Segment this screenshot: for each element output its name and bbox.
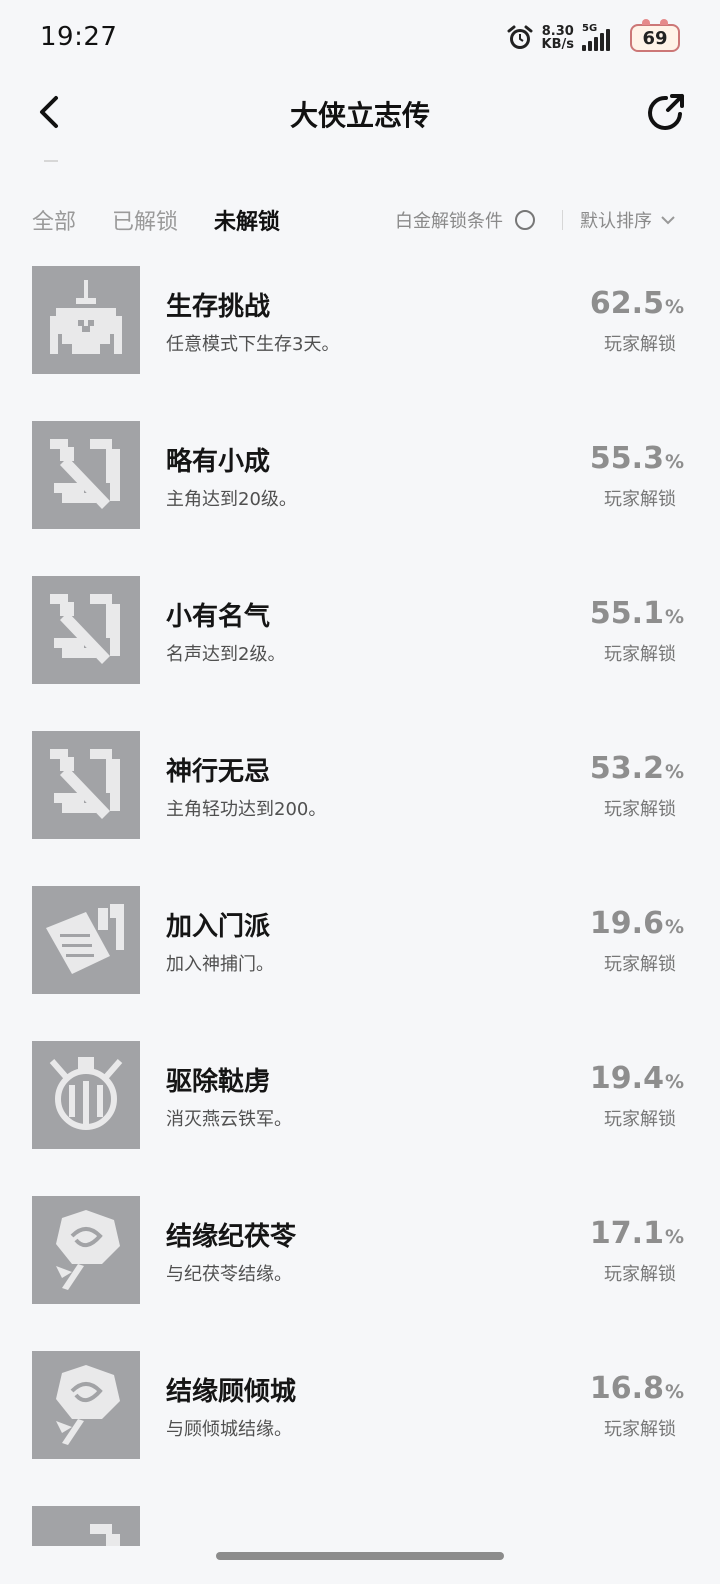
sort-label: 默认排序 — [580, 211, 652, 232]
sword-flame-icon — [32, 421, 140, 529]
achievement-desc: 与顾倾城结缘。 — [166, 1419, 292, 1440]
unlock-label: 玩家解锁 — [604, 334, 676, 355]
scroll-sword-icon — [32, 886, 140, 994]
achievement-list: 生存挑战 任意模式下生存3天。 62.5% 玩家解锁 略有小成 主角达到20级。… — [0, 266, 720, 1546]
unlock-label: 玩家解锁 — [604, 1109, 676, 1130]
achievement-desc: 加入神捕门。 — [166, 954, 274, 975]
sword-flame-icon — [32, 576, 140, 684]
list-item[interactable]: 结缘纪茯苓 与纪茯苓结缘。 17.1% 玩家解锁 — [0, 1196, 720, 1306]
status-time: 19:27 — [40, 22, 118, 52]
list-item[interactable]: 生存挑战 任意模式下生存3天。 62.5% 玩家解锁 — [0, 266, 720, 376]
list-item[interactable]: 结缘顾倾城 与顾倾城结缘。 16.8% 玩家解锁 — [0, 1351, 720, 1461]
unlock-percentage: 53.2% — [589, 751, 684, 786]
unlock-label: 玩家解锁 — [604, 489, 676, 510]
vertical-divider — [562, 210, 563, 230]
achievement-name: 生存挑战 — [166, 292, 271, 322]
shield-emblem-icon — [32, 1041, 140, 1149]
rose-icon — [32, 1196, 140, 1304]
achievement-desc: 任意模式下生存3天。 — [166, 334, 340, 355]
sword-flame-icon — [32, 1506, 140, 1546]
list-item[interactable]: 加入门派 加入神捕门。 19.6% 玩家解锁 — [0, 886, 720, 996]
list-item[interactable]: 神行无忌 主角轻功达到200。 53.2% 玩家解锁 — [0, 731, 720, 841]
list-item-partial[interactable] — [0, 1506, 720, 1546]
tab-all[interactable]: 全部 — [32, 204, 76, 236]
achievement-desc: 与纪茯苓结缘。 — [166, 1264, 292, 1285]
unlock-label: 玩家解锁 — [604, 954, 676, 975]
list-item[interactable]: 略有小成 主角达到20级。 55.3% 玩家解锁 — [0, 421, 720, 531]
achievement-desc: 消灭燕云铁军。 — [166, 1109, 292, 1130]
achievement-name: 小有名气 — [166, 602, 271, 632]
unlock-percentage: 55.3% — [589, 441, 684, 476]
divider — [44, 160, 58, 162]
unlock-percentage: 16.8% — [589, 1371, 684, 1406]
page-title: 大侠立志传 — [289, 99, 430, 132]
unlock-percentage: 55.1% — [589, 596, 684, 631]
rose-icon — [32, 1351, 140, 1459]
campfire-icon — [32, 266, 140, 374]
status-bar: 19:27 8.30 KB/s 5G 69 — [0, 0, 720, 78]
sword-flame-icon — [32, 731, 140, 839]
share-icon[interactable] — [644, 90, 688, 134]
tab-locked[interactable]: 未解锁 — [214, 204, 280, 236]
filter-row: 全部 已解锁 未解锁 白金解锁条件 默认排序 — [0, 198, 720, 242]
platinum-condition-toggle[interactable]: 白金解锁条件 — [395, 207, 535, 233]
unlock-label: 玩家解锁 — [604, 644, 676, 665]
status-icons: 8.30 KB/s 5G 69 — [506, 19, 680, 56]
unlock-percentage: 62.5% — [589, 286, 684, 321]
unlock-percentage: 17.1% — [589, 1216, 684, 1251]
achievement-name: 结缘纪茯苓 — [166, 1222, 297, 1252]
unlock-label: 玩家解锁 — [604, 799, 676, 820]
sort-dropdown[interactable]: 默认排序 — [580, 207, 676, 233]
platinum-condition-label: 白金解锁条件 — [395, 211, 503, 232]
achievement-name: 略有小成 — [166, 447, 271, 477]
battery-icon: 69 — [630, 19, 680, 52]
list-item[interactable]: 小有名气 名声达到2级。 55.1% 玩家解锁 — [0, 576, 720, 686]
nav-bar: 大侠立志传 — [0, 78, 720, 148]
achievement-desc: 主角达到20级。 — [166, 489, 297, 510]
alarm-clock-icon — [507, 25, 533, 49]
net-speed: 8.30 KB/s — [541, 24, 574, 52]
achievement-name: 结缘顾倾城 — [166, 1377, 297, 1407]
achievement-name: 加入门派 — [166, 912, 271, 942]
tab-unlocked[interactable]: 已解锁 — [112, 204, 178, 236]
achievement-name: 驱除鞑虏 — [166, 1067, 271, 1097]
achievement-name: 神行无忌 — [166, 757, 271, 787]
unlock-label: 玩家解锁 — [604, 1264, 676, 1285]
unlock-percentage: 19.6% — [589, 906, 684, 941]
signal-icon: 5G — [582, 23, 622, 51]
radio-icon[interactable] — [515, 210, 535, 230]
list-item[interactable]: 驱除鞑虏 消灭燕云铁军。 19.4% 玩家解锁 — [0, 1041, 720, 1151]
unlock-percentage: 19.4% — [589, 1061, 684, 1096]
unlock-label: 玩家解锁 — [604, 1419, 676, 1440]
achievement-desc: 主角轻功达到200。 — [166, 799, 327, 820]
home-indicator[interactable] — [216, 1552, 504, 1560]
chevron-down-icon — [661, 216, 675, 225]
achievement-desc: 名声达到2级。 — [166, 644, 286, 665]
